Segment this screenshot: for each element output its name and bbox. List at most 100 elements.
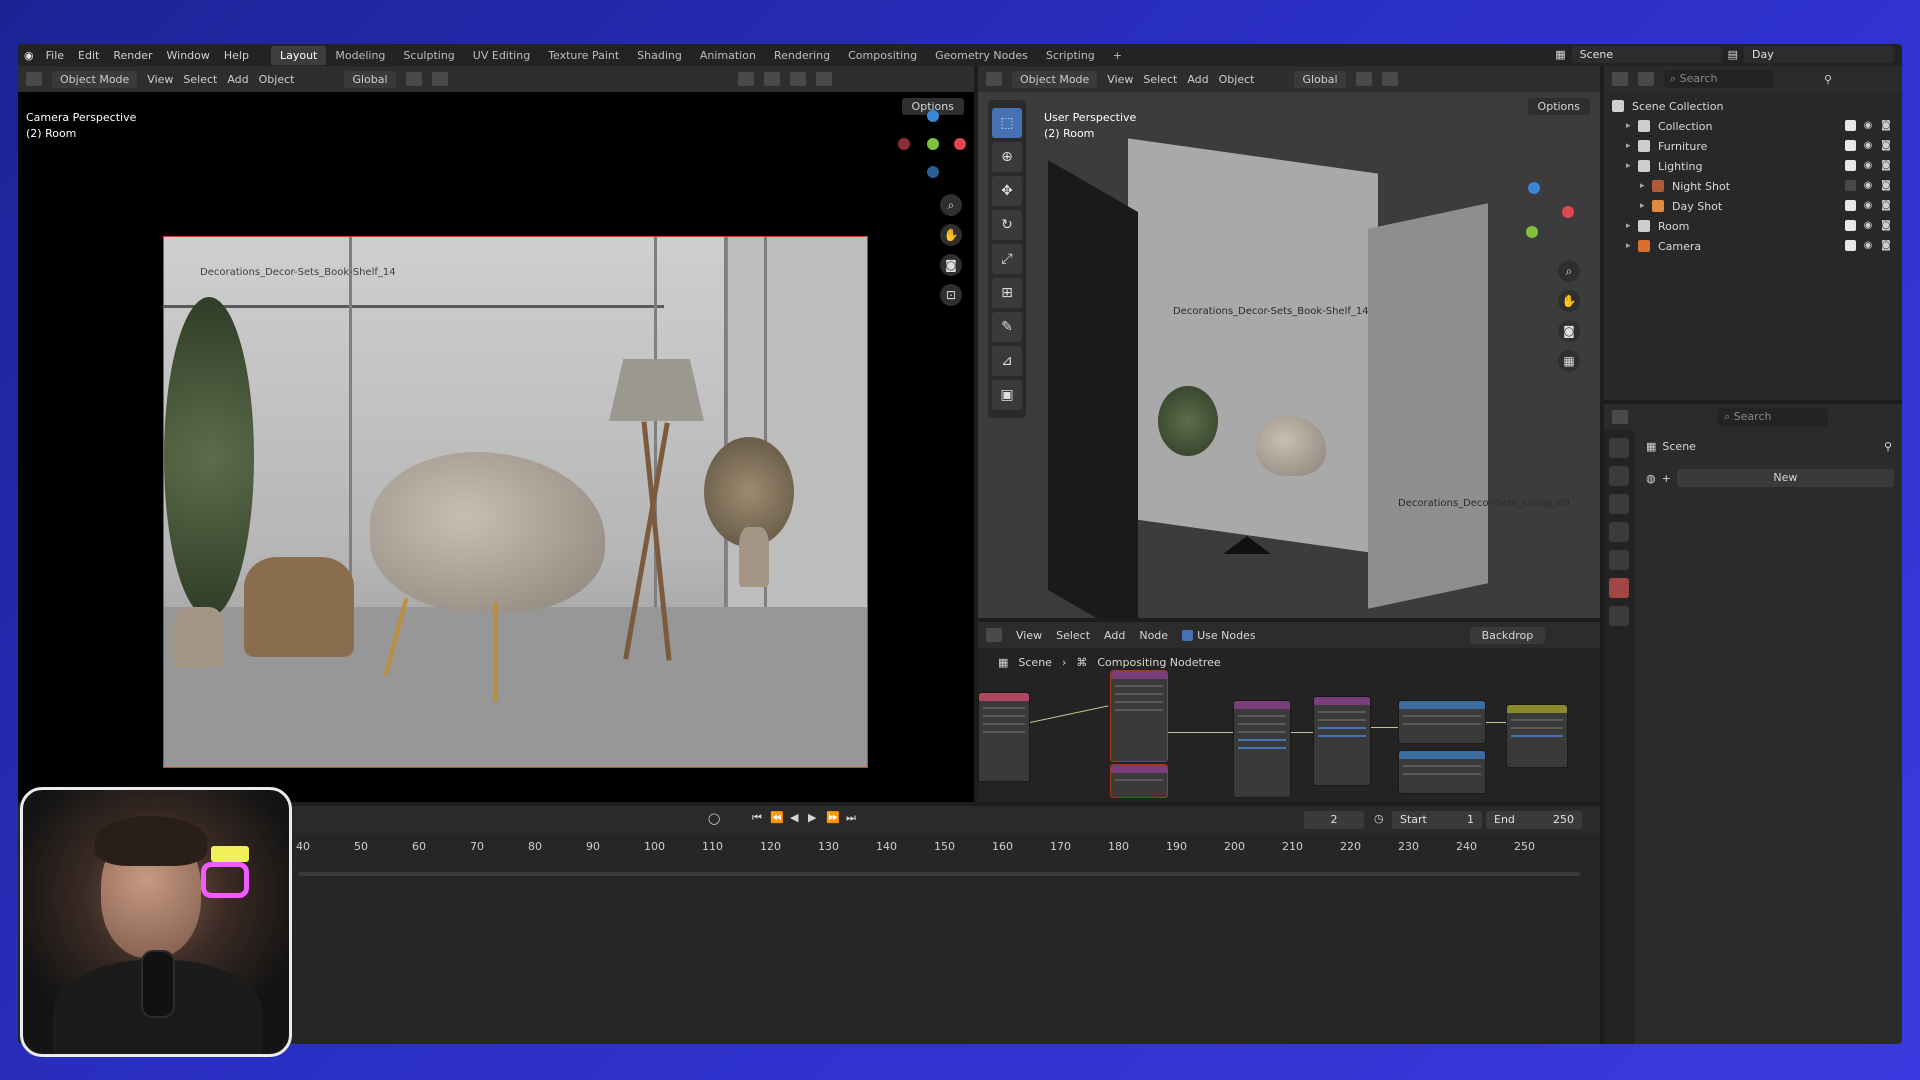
- checkbox-icon[interactable]: [1182, 629, 1194, 641]
- eye-icon[interactable]: ◉: [1862, 220, 1874, 232]
- blender-logo-icon[interactable]: ◉: [24, 49, 34, 62]
- camera-viewport[interactable]: Object Mode View Select Add Object Globa…: [18, 66, 974, 802]
- snap-icon[interactable]: [405, 72, 422, 86]
- pan-hand-icon[interactable]: ✋: [1558, 290, 1580, 312]
- overlay-icon[interactable]: [737, 72, 754, 86]
- add-workspace-button[interactable]: +: [1104, 46, 1131, 65]
- denoise-node[interactable]: [1110, 670, 1168, 762]
- view-layer-selector[interactable]: Day: [1744, 46, 1894, 63]
- denoise-node-2[interactable]: [1110, 764, 1168, 798]
- outliner-row[interactable]: ▸ Collection ◉ ◙: [1604, 116, 1902, 136]
- editor-type-icon[interactable]: [1612, 72, 1628, 86]
- exclude-checkbox[interactable]: [1845, 220, 1856, 231]
- y-axis-icon[interactable]: [927, 138, 939, 150]
- eye-icon[interactable]: ◉: [1862, 120, 1874, 132]
- search-field[interactable]: ⌕ Search: [1664, 70, 1774, 88]
- play-icon[interactable]: ▶: [808, 811, 816, 824]
- neg-x-axis-icon[interactable]: [898, 138, 910, 150]
- user-perspective-viewport[interactable]: Object Mode View Select Add Object Globa…: [978, 66, 1600, 618]
- exclude-checkbox[interactable]: [1845, 180, 1856, 191]
- scene-selector[interactable]: Scene: [1571, 46, 1722, 63]
- scale-icon[interactable]: ⤢: [992, 244, 1022, 274]
- chevron-right-icon[interactable]: ▸: [1626, 221, 1638, 231]
- compositor-node-editor[interactable]: View Select Add Node Use Nodes Backdrop …: [978, 622, 1600, 802]
- tool-tab-icon[interactable]: [1609, 438, 1629, 458]
- pan-hand-icon[interactable]: ✋: [940, 224, 962, 246]
- mode-dropdown-2[interactable]: Object Mode: [1012, 70, 1098, 88]
- menu-object-2[interactable]: Object: [1219, 73, 1255, 86]
- shading-solid-icon[interactable]: [789, 72, 806, 86]
- rotate-icon[interactable]: ↻: [992, 210, 1022, 240]
- backdrop-button[interactable]: Backdrop: [1469, 626, 1546, 644]
- tab-animation[interactable]: Animation: [691, 46, 765, 65]
- move-icon[interactable]: ✥: [992, 176, 1022, 206]
- outliner-row[interactable]: ▸ Furniture ◉ ◙: [1604, 136, 1902, 156]
- neg-z-axis-icon[interactable]: [927, 166, 939, 178]
- record-icon[interactable]: ◯: [708, 812, 720, 825]
- tab-scripting[interactable]: Scripting: [1037, 46, 1104, 65]
- outliner-row[interactable]: ▸ Lighting ◉ ◙: [1604, 156, 1902, 176]
- measure-icon[interactable]: ⊿: [992, 346, 1022, 376]
- display-mode-icon[interactable]: [1638, 72, 1654, 86]
- x-axis-icon[interactable]: [954, 138, 966, 150]
- collection-tab-icon[interactable]: [1609, 606, 1629, 626]
- convert-colorspace-node-2[interactable]: [1398, 750, 1486, 794]
- outliner-row[interactable]: ▸ Room ◉ ◙: [1604, 216, 1902, 236]
- z-axis-icon[interactable]: [1528, 182, 1540, 194]
- breadcrumb-scene[interactable]: Scene: [1018, 656, 1052, 669]
- chevron-right-icon[interactable]: ▸: [1626, 241, 1638, 251]
- tab-geometry-nodes[interactable]: Geometry Nodes: [926, 46, 1037, 65]
- menu-window[interactable]: Window: [167, 49, 210, 62]
- menu-object[interactable]: Object: [259, 73, 295, 86]
- navigation-gizmo-2[interactable]: [1508, 182, 1578, 252]
- orientation-dropdown-2[interactable]: Global: [1294, 70, 1346, 88]
- exclude-checkbox[interactable]: [1845, 160, 1856, 171]
- outliner[interactable]: ⌕ Search ⚲ Scene Collection ▸ Collection ◉…: [1604, 66, 1902, 400]
- tab-layout[interactable]: Layout: [270, 45, 327, 65]
- pin-icon[interactable]: ⚲: [1884, 440, 1892, 453]
- tab-compositing[interactable]: Compositing: [839, 46, 926, 65]
- menu-select-2[interactable]: Select: [1143, 73, 1177, 86]
- menu-edit[interactable]: Edit: [78, 49, 99, 62]
- menu-add-2[interactable]: Add: [1187, 73, 1208, 86]
- menu-select-3[interactable]: Select: [1056, 629, 1090, 642]
- outliner-row[interactable]: ▸ Night Shot ◉ ◙: [1604, 176, 1902, 196]
- cursor-icon[interactable]: ⊕: [992, 142, 1022, 172]
- x-axis-icon[interactable]: [1562, 206, 1574, 218]
- xray-icon[interactable]: [763, 72, 780, 86]
- scene-tab-icon[interactable]: [1609, 550, 1629, 570]
- chevron-right-icon[interactable]: ▸: [1626, 161, 1638, 171]
- current-frame-field[interactable]: 2: [1304, 811, 1364, 829]
- camera-view-icon[interactable]: ◙: [1558, 320, 1580, 342]
- world-icon[interactable]: ◍: [1646, 472, 1656, 485]
- filter-icon[interactable]: ⚲: [1824, 73, 1832, 86]
- menu-view[interactable]: View: [147, 73, 173, 86]
- tab-shading[interactable]: Shading: [628, 46, 691, 65]
- zoom-icon[interactable]: ⌕: [1558, 260, 1580, 282]
- menu-add[interactable]: Add: [227, 73, 248, 86]
- chevron-right-icon[interactable]: ▸: [1640, 201, 1652, 211]
- chevron-right-icon[interactable]: ▸: [1626, 141, 1638, 151]
- tab-modeling[interactable]: Modeling: [326, 46, 394, 65]
- next-keyframe-icon[interactable]: ⏩: [826, 811, 840, 824]
- shading-material-icon[interactable]: [815, 72, 832, 86]
- chevron-right-icon[interactable]: ▸: [1640, 181, 1652, 191]
- glare-node-2[interactable]: [1313, 696, 1371, 786]
- lock-icon[interactable]: ⊡: [940, 284, 962, 306]
- use-nodes-checkbox[interactable]: Use Nodes: [1182, 629, 1256, 642]
- render-camera-icon[interactable]: ◙: [1880, 120, 1892, 132]
- eye-icon[interactable]: ◉: [1862, 240, 1874, 252]
- proportional-edit-icon[interactable]: [431, 72, 448, 86]
- editor-type-icon[interactable]: [1612, 410, 1628, 424]
- timeline-scrollbar[interactable]: [298, 872, 1580, 876]
- exclude-checkbox[interactable]: [1845, 140, 1856, 151]
- start-frame-field[interactable]: Start 1: [1392, 811, 1482, 829]
- breadcrumb-tree[interactable]: Compositing Nodetree: [1097, 656, 1220, 669]
- orientation-dropdown[interactable]: Global: [344, 70, 396, 88]
- editor-type-icon[interactable]: [986, 628, 1002, 642]
- editor-type-icon[interactable]: [26, 72, 42, 86]
- render-tab-icon[interactable]: [1609, 466, 1629, 486]
- render-camera-icon[interactable]: ◙: [1880, 180, 1892, 192]
- play-reverse-icon[interactable]: ◀: [790, 811, 798, 824]
- render-camera-icon[interactable]: ◙: [1880, 140, 1892, 152]
